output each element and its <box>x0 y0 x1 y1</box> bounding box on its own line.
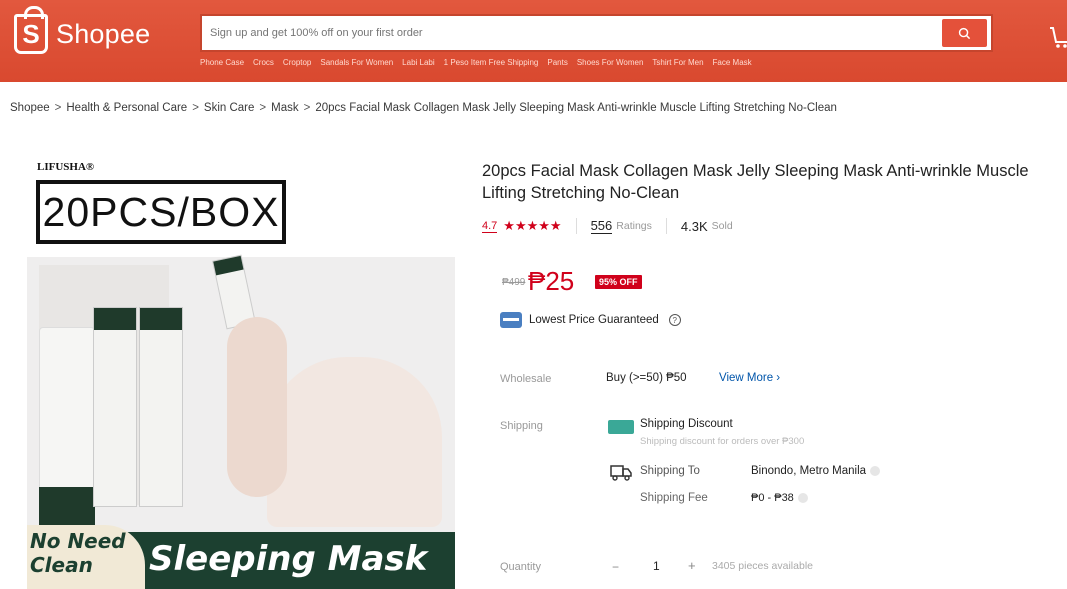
suggestion-link[interactable]: 1 Peso Item Free Shipping <box>444 58 539 67</box>
quantity-label: Quantity <box>500 561 541 573</box>
shipping-discount-detail: Shipping discount for orders over ₱300 <box>640 436 805 447</box>
top-header: S Shopee Phone Case Crocs Croptop Sandal… <box>0 0 1067 82</box>
suggestion-link[interactable]: Tshirt For Men <box>652 58 703 67</box>
help-icon[interactable]: ? <box>668 314 681 326</box>
no-need-text: No Need Clean <box>30 529 126 577</box>
search-input[interactable] <box>210 16 930 50</box>
cart-icon[interactable] <box>1048 22 1067 52</box>
suggestion-link[interactable]: Pants <box>547 58 567 67</box>
free-shipping-icon <box>608 420 634 434</box>
search-button[interactable] <box>942 19 987 47</box>
shipping-to-value: Binondo, Metro Manila <box>751 465 867 477</box>
box-count-label: 20PCS/BOX <box>36 180 286 244</box>
shipping-fee-value: ₱0 - ₱38 <box>751 492 794 504</box>
rating-row: 4.7 ★★★★★ 556 Ratings 4.3K Sold <box>482 218 733 234</box>
shipping-to-label: Shipping To <box>640 465 700 477</box>
product-sachet <box>139 307 183 507</box>
suggestion-link[interactable]: Sandals For Women <box>320 58 393 67</box>
shopee-logo[interactable]: S Shopee <box>14 6 151 54</box>
product-title: 20pcs Facial Mask Collagen Mask Jelly Sl… <box>482 162 1029 202</box>
lowest-price-guarantee: Lowest Price Guaranteed ? <box>500 312 681 328</box>
suggestion-link[interactable]: Face Mask <box>713 58 752 67</box>
view-more-link[interactable]: View More › <box>719 372 780 384</box>
brand-label: LIFUSHA® <box>37 161 95 173</box>
discount-badge: 95% OFF <box>595 275 642 289</box>
suggestion-link[interactable]: Labi Labi <box>402 58 434 67</box>
ratings-label: Ratings <box>616 220 652 232</box>
sold-count: 4.3K <box>680 218 708 234</box>
suggestion-link[interactable]: Crocs <box>253 58 274 67</box>
wholesale-value: Buy (>=50) ₱50 <box>606 372 687 384</box>
shipping-to-selector[interactable]: Binondo, Metro Manila <box>751 465 881 477</box>
breadcrumb-item-mask[interactable]: Mask <box>271 102 298 114</box>
sold-label: Sold <box>711 220 733 232</box>
model-face <box>267 357 442 527</box>
quantity-increase-button[interactable]: + <box>688 558 696 573</box>
breadcrumb-item-current: 20pcs Facial Mask Collagen Mask Jelly Sl… <box>315 102 837 114</box>
product-tube-cap <box>39 487 95 527</box>
search-bar <box>200 14 993 52</box>
product-sachet <box>93 307 137 507</box>
quantity-input[interactable]: 1 <box>653 559 660 573</box>
breadcrumb-item-skin-care[interactable]: Skin Care <box>204 102 255 114</box>
divider <box>575 218 577 234</box>
shipping-discount: Shipping Discount <box>640 418 733 430</box>
original-price: ₱499 <box>502 277 526 288</box>
logo-text: Shopee <box>56 18 151 49</box>
breadcrumb-separator: > <box>303 102 311 114</box>
sleeping-mask-banner: Sleeping Mask <box>149 539 428 579</box>
breadcrumb-separator: > <box>259 102 267 114</box>
breadcrumb: Shopee > Health & Personal Care > Skin Care >… <box>10 102 837 114</box>
guarantee-icon <box>500 312 522 328</box>
breadcrumb-separator: > <box>192 102 199 114</box>
suggestion-link[interactable]: Croptop <box>283 58 311 67</box>
quantity-available: 3405 pieces available <box>712 560 813 572</box>
product-image[interactable]: LIFUSHA® 20PCS/BOX No Need Clean Sleepin… <box>27 157 455 589</box>
chevron-down-icon <box>797 493 808 504</box>
shipping-fee-selector[interactable]: ₱0 - ₱38 <box>751 492 808 504</box>
search-icon <box>958 27 971 39</box>
shipping-fee-label: Shipping Fee <box>640 492 708 504</box>
breadcrumb-item-health[interactable]: Health & Personal Care <box>66 102 187 114</box>
ratings-count[interactable]: 556 <box>590 218 613 234</box>
rating-score[interactable]: 4.7 <box>482 220 498 233</box>
truck-icon <box>610 465 632 481</box>
shipping-label: Shipping <box>500 420 543 432</box>
current-price: ₱25 <box>528 266 575 296</box>
no-need-line2: Clean <box>30 553 93 577</box>
divider <box>665 218 667 234</box>
model-hand <box>227 317 287 497</box>
chevron-down-icon <box>870 465 881 476</box>
rating-stars-icon: ★★★★★ <box>503 218 562 233</box>
shopee-bag-icon: S <box>14 6 48 54</box>
no-need-line1: No Need <box>30 529 126 553</box>
quantity-decrease-button[interactable]: − <box>612 560 619 574</box>
breadcrumb-item-shopee[interactable]: Shopee <box>10 102 50 114</box>
wholesale-label: Wholesale <box>500 373 552 385</box>
suggestion-link[interactable]: Phone Case <box>200 58 244 67</box>
price-section: ₱499 ₱25 95% OFF <box>482 254 1067 314</box>
guarantee-text: Lowest Price Guaranteed <box>529 314 659 326</box>
search-suggestions: Phone Case Crocs Croptop Sandals For Wom… <box>200 58 752 67</box>
suggestion-link[interactable]: Shoes For Women <box>577 58 644 67</box>
breadcrumb-separator: > <box>54 102 62 114</box>
